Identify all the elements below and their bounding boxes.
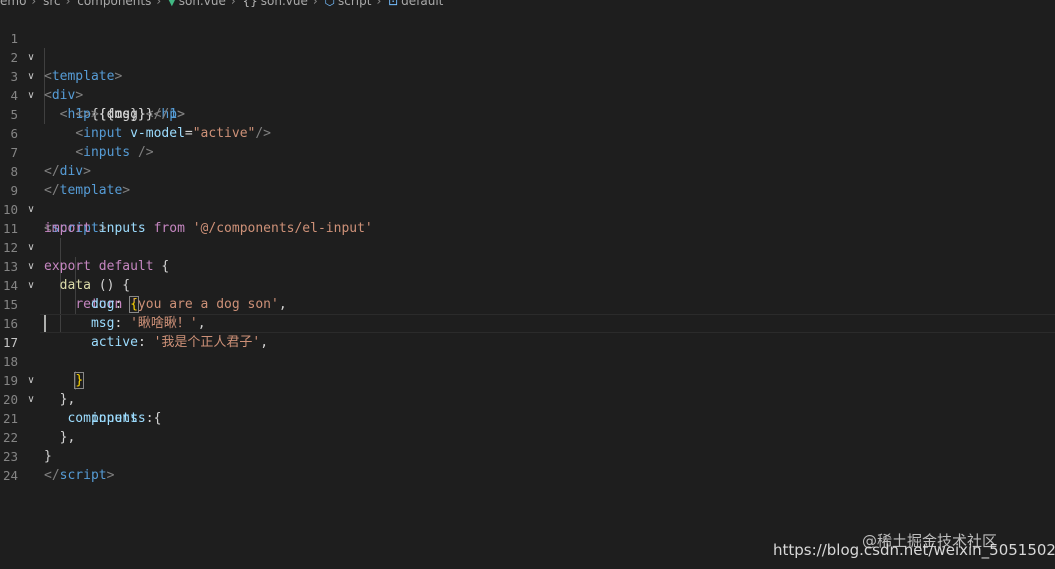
- code-line: 19 ∨ components:{: [0, 352, 1055, 426]
- code-line-current: 17 }: [0, 314, 1055, 389]
- chevron-right-icon: ›: [312, 0, 318, 8]
- code-line: 18 ∨ },: [0, 333, 1055, 407]
- breadcrumb-item[interactable]: emo: [0, 0, 26, 8]
- code-line: 22 }: [0, 409, 1055, 464]
- watermark-url: https://blog.csdn.net/weixin_50515020: [773, 541, 1055, 559]
- breadcrumb-item[interactable]: son.vue: [179, 0, 226, 8]
- breadcrumb-item[interactable]: components: [77, 0, 151, 8]
- symbol-icon: ⊡: [388, 0, 399, 8]
- code-line: 21 },: [0, 390, 1055, 445]
- breadcrumb-item[interactable]: son.vue: [261, 0, 308, 8]
- code-line: 5 <input v-model="active"/>: [0, 86, 1055, 141]
- vue-file-icon: ▼: [168, 0, 176, 8]
- cube-icon: ⬡: [324, 0, 335, 8]
- chevron-right-icon: ›: [65, 0, 71, 8]
- line-number: 24: [2, 468, 18, 483]
- code-line: 14 dog: 'you are a dog son',: [0, 257, 1055, 312]
- code-line: 13 ∨ return {: [0, 238, 1055, 313]
- code-line: 24: [0, 447, 1055, 483]
- code-line: 2 ∨ <div>: [0, 29, 1055, 103]
- breadcrumb-item[interactable]: default: [401, 0, 443, 8]
- code-editor[interactable]: 1 ∨ <template> 2 ∨ <div> 3 ∨ <h1>{{dog}}…: [0, 10, 1055, 483]
- chevron-right-icon: ›: [376, 0, 382, 8]
- code-line: 16 active: '我是个正人君子',: [0, 295, 1055, 350]
- code-line: 23 </script>: [0, 428, 1055, 483]
- breadcrumb-item[interactable]: src: [43, 0, 61, 8]
- braces-icon: {}: [242, 0, 258, 8]
- code-line: 11 ∨ export default {: [0, 200, 1055, 274]
- code-line: 20 inputs: [0, 371, 1055, 426]
- breadcrumb: emo › src › components › ▼ son.vue › {} son.vu…: [0, 0, 1055, 10]
- chevron-right-icon: ›: [230, 0, 236, 8]
- breadcrumb-item[interactable]: script: [338, 0, 371, 8]
- code-line: 4 <p>{{msg}}</p>: [0, 67, 1055, 122]
- code-line: 1 ∨ <template>: [0, 10, 1055, 84]
- chevron-right-icon: ›: [31, 0, 37, 8]
- code-line: 9 ∨ <script>: [0, 162, 1055, 236]
- code-line: 10 import inputs from '@/components/el-i…: [0, 181, 1055, 236]
- code-line: 8 </template>: [0, 143, 1055, 198]
- code-line: 12 ∨ data () {: [0, 219, 1055, 293]
- code-line: 7 </div>: [0, 124, 1055, 179]
- code-line: 3 ∨ <h1>{{dog}}</h1>: [0, 48, 1055, 122]
- code-line: 15 msg: '瞅啥瞅！',: [0, 276, 1055, 331]
- chevron-right-icon: ›: [156, 0, 162, 8]
- code-line: 6 <inputs />: [0, 105, 1055, 160]
- text-cursor: [44, 314, 46, 333]
